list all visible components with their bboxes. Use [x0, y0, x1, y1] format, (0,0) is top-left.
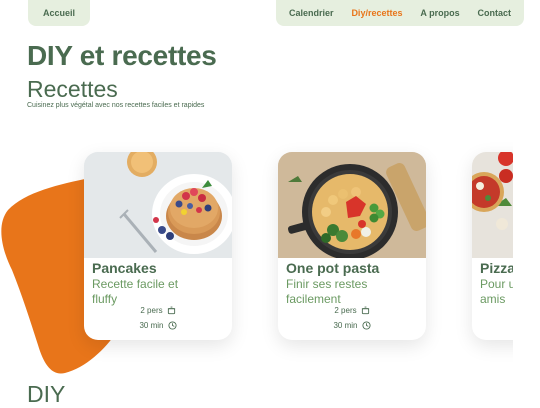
- pancakes-image: [84, 152, 232, 258]
- one-pot-pasta-image: [278, 152, 426, 258]
- duration-row: 30 min: [118, 321, 198, 330]
- recipe-description: Recette facile et fluffy: [92, 277, 179, 306]
- duration-text: 30 min: [333, 321, 358, 330]
- pot-icon: [361, 306, 369, 315]
- recipe-card-pancakes[interactable]: Pancakes Recette facile et fluffy 2 pers…: [84, 152, 232, 340]
- recipe-description: Pour un apéro entre amis: [480, 277, 513, 306]
- servings-text: 2 pers: [334, 306, 357, 315]
- recipe-carousel[interactable]: Pancakes Recette facile et fluffy 2 pers…: [0, 0, 513, 405]
- duration-text: 30 min: [139, 321, 164, 330]
- clock-icon: [167, 321, 177, 330]
- servings-text: 2 pers: [140, 306, 163, 315]
- recipe-title: Pancakes: [92, 260, 157, 276]
- recipe-card-one-pot-pasta[interactable]: One pot pasta Finir ses restes facilemen…: [278, 152, 426, 340]
- recipe-description: Finir ses restes facilement: [286, 277, 368, 306]
- pot-icon: [167, 306, 175, 315]
- recipe-title: One pot pasta: [286, 260, 380, 276]
- pizza-image: [472, 152, 513, 258]
- recipe-card-pizza[interactable]: Pizza Pour un apéro entre amis: [472, 152, 513, 340]
- duration-row: 30 min: [312, 321, 392, 330]
- servings-row: 2 pers: [312, 306, 392, 315]
- recipe-title: Pizza: [480, 260, 513, 276]
- section-title-diy: DIY: [27, 381, 66, 407]
- servings-row: 2 pers: [118, 306, 198, 315]
- clock-icon: [361, 321, 371, 330]
